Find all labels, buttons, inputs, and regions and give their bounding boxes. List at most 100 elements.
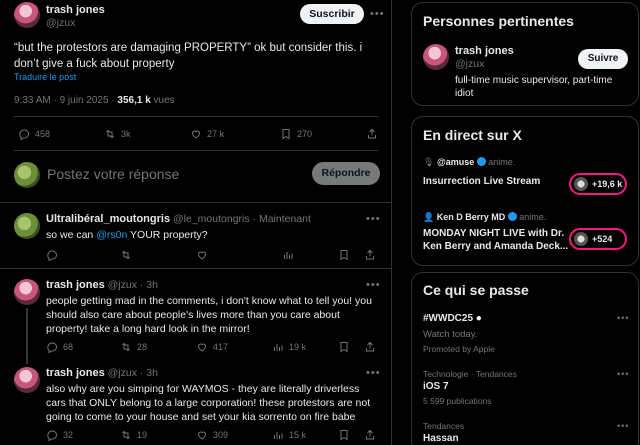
share-action[interactable] (364, 341, 376, 353)
reply-author-name[interactable]: Ultralibéral_moutongris (46, 213, 170, 225)
heart-icon (196, 249, 208, 261)
reply-tweet[interactable]: trash jones @jzux · 3h ••• people gettin… (0, 279, 391, 359)
reply-tweet[interactable]: trash jones @jzux · 3h ••• also why are … (0, 367, 391, 445)
reply-avatar[interactable] (14, 279, 40, 305)
views-action[interactable]: 19 k (272, 341, 306, 353)
author-avatar[interactable] (14, 2, 40, 28)
reply-actions: 68 28 417 19 k (46, 341, 376, 355)
reply-author-name[interactable]: trash jones (46, 279, 105, 291)
bookmark-action[interactable] (338, 249, 350, 261)
reply-text: people getting mad in the comments, i do… (46, 295, 372, 335)
trend-category: Tendances (423, 421, 465, 431)
views-action[interactable] (282, 249, 294, 261)
reply-input[interactable]: Postez votre réponse (47, 166, 179, 182)
follow-button[interactable]: Suivre (578, 49, 628, 69)
reply-header: trash jones @jzux · 3h (46, 279, 158, 291)
divider (0, 268, 391, 269)
share-action[interactable] (364, 249, 376, 261)
person-name[interactable]: trash jones (455, 45, 514, 57)
reply-icon (18, 128, 30, 140)
subscribe-button[interactable]: Suscribir (300, 4, 364, 24)
tweet-time[interactable]: 9:33 AM · 9 juin 2025 · (14, 95, 117, 106)
bookmark-count: 270 (297, 129, 313, 139)
repost-count: 19 (137, 430, 148, 440)
reply-icon (46, 341, 58, 353)
reply-author-handle[interactable]: @jzux · 3h (108, 279, 158, 291)
more-options-icon[interactable]: ••• (617, 313, 629, 323)
trend-name[interactable]: iOS 7 (423, 381, 449, 392)
repost-icon (104, 128, 116, 140)
reply-action[interactable]: 68 (46, 341, 73, 353)
live-stream-title[interactable]: Insurrection Live Stream (423, 175, 563, 188)
repost-icon (120, 429, 132, 441)
more-options-icon[interactable]: ••• (617, 369, 629, 379)
live-host-row[interactable]: 👤 Ken D Berry MD anime. (423, 212, 546, 223)
reply-avatar[interactable] (14, 213, 40, 239)
reply-count: 32 (63, 430, 74, 440)
heart-icon (196, 429, 208, 441)
reply-actions: 32 19 309 15 k (46, 429, 376, 443)
translate-link[interactable]: Traduire le post (14, 72, 76, 82)
share-icon (364, 429, 376, 441)
divider (14, 116, 378, 117)
reply-author-handle[interactable]: @le_moutongris · Maintenant (173, 213, 311, 225)
verified-icon (476, 157, 486, 166)
share-action[interactable] (364, 429, 376, 441)
more-options-icon[interactable]: ••• (617, 421, 629, 431)
trend-name-text: #WWDC25 (423, 313, 474, 324)
tweet-text: “but the protestors are damaging PROPERT… (14, 42, 363, 70)
mention-link[interactable]: @rs0n (96, 229, 127, 241)
repost-icon (120, 341, 132, 353)
share-action[interactable] (366, 128, 378, 140)
live-status: anime. (516, 212, 547, 222)
bookmark-icon (338, 341, 350, 353)
trend-name[interactable]: #WWDC25 ● (423, 313, 482, 324)
more-options-icon[interactable]: ••• (366, 213, 381, 225)
reply-action[interactable]: 458 (18, 128, 50, 140)
trend-name[interactable]: Hassan (423, 433, 459, 444)
listener-count: +524 (592, 234, 613, 244)
repost-action[interactable]: 28 (120, 341, 147, 353)
more-options-icon[interactable]: ••• (366, 279, 381, 291)
author-name[interactable]: trash jones (46, 4, 105, 16)
reply-action[interactable]: 32 (46, 429, 73, 441)
live-listeners-pill[interactable]: +19,6 k (569, 173, 627, 195)
person-avatar[interactable] (423, 44, 449, 70)
reply-author-handle[interactable]: @jzux · 3h (108, 367, 158, 379)
repost-action[interactable] (120, 249, 132, 261)
reply-action[interactable] (46, 249, 58, 261)
reply-button[interactable]: Répondre (312, 162, 380, 185)
divider (14, 150, 378, 151)
live-host: Ken D Berry MD (436, 212, 506, 222)
share-icon (366, 128, 378, 140)
like-action[interactable]: 309 (196, 429, 228, 441)
views-count: 356,1 k (117, 95, 151, 106)
views-action[interactable]: 15 k (272, 429, 306, 441)
reply-avatar[interactable] (14, 367, 40, 393)
live-listeners-pill[interactable]: +524 (569, 228, 627, 250)
bookmark-action[interactable]: 270 (280, 128, 312, 140)
like-action[interactable] (196, 249, 208, 261)
bookmark-icon (338, 429, 350, 441)
person-handle[interactable]: @jzux (455, 58, 484, 70)
like-action[interactable]: 27 k (190, 128, 224, 140)
bookmark-action[interactable] (338, 429, 350, 441)
more-options-icon[interactable]: ••• (370, 8, 385, 20)
tweet-meta: 9:33 AM · 9 juin 2025 · 356,1 k vues (14, 95, 175, 106)
bookmark-action[interactable] (338, 341, 350, 353)
reply-author-name[interactable]: trash jones (46, 367, 105, 379)
reply-tweet[interactable]: Ultralibéral_moutongris @le_moutongris ·… (0, 213, 391, 263)
repost-action[interactable]: 3k (104, 128, 131, 140)
reply-text-part: YOUR property? (127, 229, 208, 241)
author-handle[interactable]: @jzux (46, 17, 75, 29)
verified-icon (507, 212, 517, 221)
trend-desc: Watch today. (423, 329, 478, 340)
like-action[interactable]: 417 (196, 341, 228, 353)
live-stream-title[interactable]: MONDAY NIGHT LIVE with Dr. Ken Berry and… (423, 227, 571, 253)
repost-action[interactable]: 19 (120, 429, 147, 441)
live-title: En direct sur X (423, 127, 522, 143)
more-options-icon[interactable]: ••• (366, 367, 381, 379)
like-count: 309 (213, 430, 229, 440)
mic-icon: 🎙 (423, 157, 435, 167)
live-host-row[interactable]: 🎙 @amuse anime. (423, 157, 515, 168)
